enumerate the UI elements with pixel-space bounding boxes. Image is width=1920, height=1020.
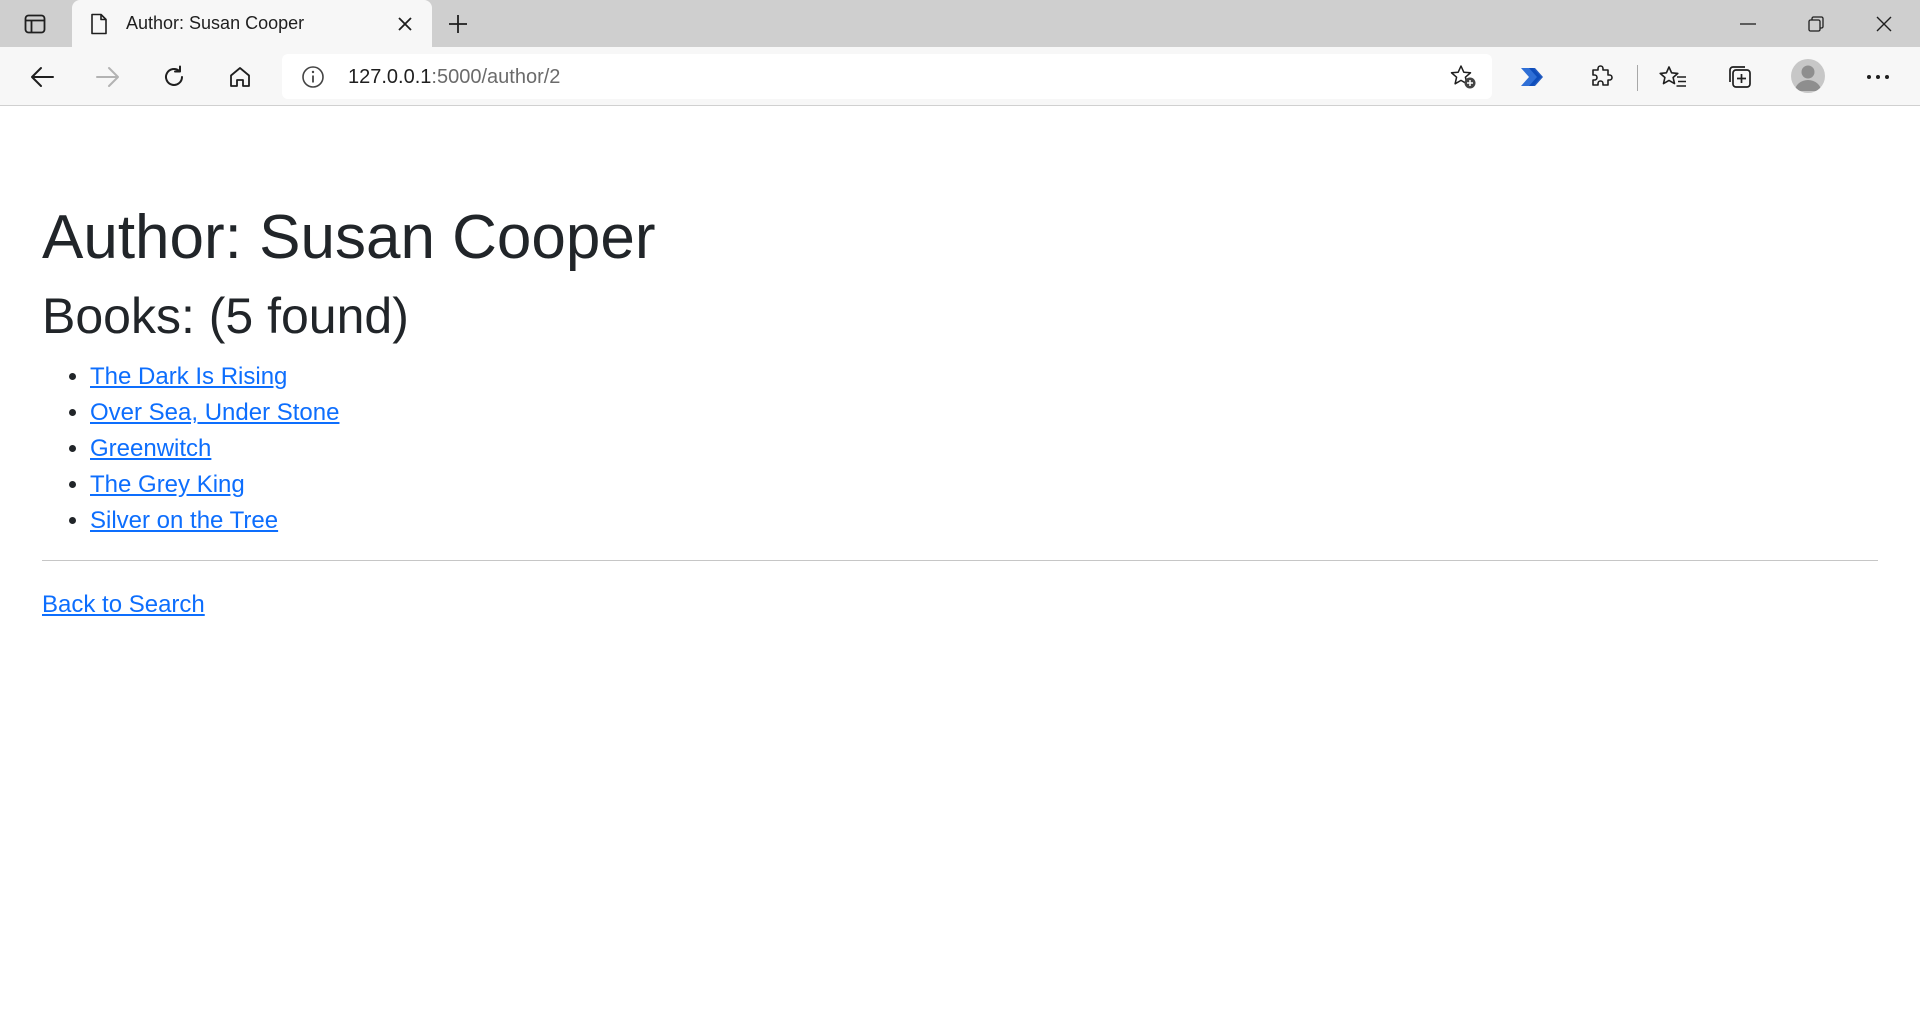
favorites-icon[interactable]	[1655, 61, 1691, 93]
list-item: Silver on the Tree	[90, 503, 339, 539]
list-item: The Dark Is Rising	[90, 359, 339, 395]
list-item: Greenwitch	[90, 431, 339, 467]
book-link[interactable]: The Grey King	[90, 471, 245, 498]
divider	[42, 560, 1878, 561]
book-link[interactable]: Silver on the Tree	[90, 507, 278, 534]
home-icon[interactable]	[222, 61, 258, 93]
star-plus-icon[interactable]	[1449, 64, 1477, 90]
browser-tab[interactable]: Author: Susan Cooper	[72, 0, 432, 47]
url-text[interactable]: 127.0.0.1:5000/author/2	[348, 66, 560, 89]
book-link[interactable]: The Dark Is Rising	[90, 363, 287, 390]
back-to-search-link[interactable]: Back to Search	[42, 591, 205, 619]
toolbar-separator	[1637, 65, 1638, 91]
back-arrow-icon[interactable]	[24, 61, 60, 93]
puzzle-icon[interactable]	[1583, 61, 1619, 93]
books-heading: Books: (5 found)	[42, 288, 409, 344]
window-close-icon[interactable]	[1850, 0, 1918, 47]
list-item: Over Sea, Under Stone	[90, 395, 339, 431]
forward-arrow-icon[interactable]	[90, 61, 126, 93]
info-icon[interactable]	[301, 65, 325, 89]
address-bar[interactable]: 127.0.0.1:5000/author/2	[282, 54, 1492, 99]
plus-icon[interactable]	[443, 9, 473, 39]
book-link[interactable]: Greenwitch	[90, 435, 211, 462]
avatar-icon[interactable]	[1791, 59, 1825, 93]
power-automate-icon[interactable]	[1515, 61, 1551, 93]
book-list: The Dark Is Rising Over Sea, Under Stone…	[90, 359, 339, 539]
minimize-icon[interactable]	[1714, 0, 1782, 47]
page-content: Author: Susan Cooper Books: (5 found) Th…	[0, 107, 1920, 1020]
browser-toolbar: 127.0.0.1:5000/author/2	[0, 47, 1920, 106]
book-link[interactable]: Over Sea, Under Stone	[90, 399, 339, 426]
url-path: :5000/author/2	[431, 66, 561, 88]
tab-title: Author: Susan Cooper	[126, 13, 305, 33]
more-icon[interactable]	[1860, 61, 1896, 93]
list-item: The Grey King	[90, 467, 339, 503]
tab-strip: Author: Susan Cooper	[0, 0, 1920, 47]
restore-icon[interactable]	[1782, 0, 1850, 47]
page-title: Author: Susan Cooper	[42, 203, 656, 272]
tab-actions-icon[interactable]	[18, 10, 52, 38]
collections-icon[interactable]	[1722, 61, 1758, 93]
refresh-icon[interactable]	[156, 61, 192, 93]
document-icon	[89, 13, 109, 35]
url-host: 127.0.0.1	[348, 66, 432, 88]
close-icon[interactable]	[392, 11, 418, 37]
